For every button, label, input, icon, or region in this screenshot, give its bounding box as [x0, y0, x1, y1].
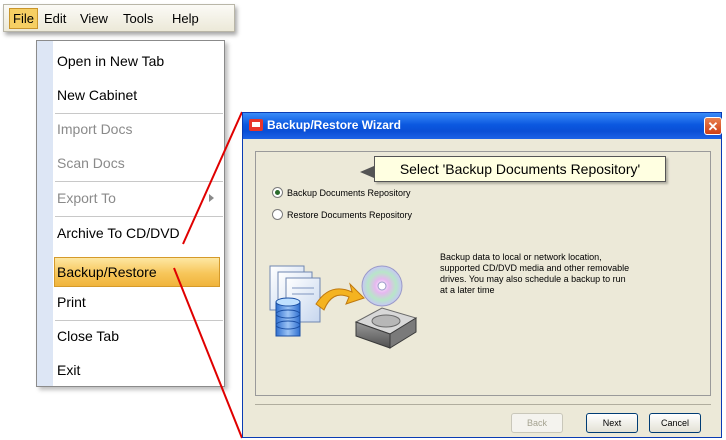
next-button[interactable]: Next	[586, 413, 638, 433]
menu-separator	[55, 216, 223, 217]
menu-item-backup-restore[interactable]: Backup/Restore	[57, 262, 157, 282]
menu-item-archive-to-cd-dvd[interactable]: Archive To CD/DVD	[57, 223, 180, 243]
menu-separator	[55, 113, 223, 114]
radio-backup[interactable]	[272, 187, 283, 199]
menu-separator	[55, 320, 223, 321]
close-icon[interactable]: ✕	[704, 117, 722, 135]
app-icon	[249, 119, 263, 131]
menu-item-exit[interactable]: Exit	[57, 360, 80, 380]
button-separator	[255, 404, 711, 405]
menu-item-new-cabinet[interactable]: New Cabinet	[57, 85, 137, 105]
radio-backup-row[interactable]: Backup Documents Repository	[272, 186, 411, 200]
submenu-arrow-icon	[209, 194, 214, 202]
radio-restore-label: Restore Documents Repository	[287, 210, 413, 220]
menu-edit[interactable]: Edit	[41, 9, 69, 28]
wizard-titlebar[interactable]: Backup/Restore Wizard ✕	[243, 113, 722, 139]
menu-item-open-in-new-tab[interactable]: Open in New Tab	[57, 51, 164, 71]
menu-item-export-to: Export To	[57, 190, 116, 206]
cancel-button[interactable]: Cancel	[649, 413, 701, 433]
backup-illustration-icon	[269, 265, 418, 349]
menu-separator	[55, 181, 223, 182]
wizard-title: Backup/Restore Wizard	[267, 118, 401, 132]
menu-file[interactable]: File	[9, 8, 38, 29]
menu-bar: File Edit View Tools Help	[3, 4, 235, 32]
menu-help[interactable]: Help	[169, 9, 202, 28]
menu-tools[interactable]: Tools	[120, 9, 156, 28]
radio-restore[interactable]	[272, 209, 283, 221]
menu-item-print[interactable]: Print	[57, 292, 86, 312]
menu-view[interactable]: View	[77, 9, 111, 28]
menu-item-import-docs: Import Docs	[57, 121, 133, 137]
callout-pointer	[360, 166, 374, 178]
back-button[interactable]: Back	[511, 413, 563, 433]
menu-item-close-tab[interactable]: Close Tab	[57, 326, 119, 346]
menu-gutter	[37, 41, 53, 386]
menu-item-scan-docs: Scan Docs	[57, 155, 125, 171]
wizard-content-panel: Select 'Backup Documents Repository' Bac…	[255, 151, 711, 396]
file-menu-dropdown: Open in New Tab New Cabinet Import Docs …	[36, 40, 225, 387]
radio-restore-row[interactable]: Restore Documents Repository	[272, 208, 412, 222]
radio-backup-label: Backup Documents Repository	[287, 188, 411, 198]
backup-restore-wizard-window: Backup/Restore Wizard ✕ Select 'Backup D…	[242, 112, 722, 438]
wizard-description: Backup data to local or network location…	[440, 252, 630, 295]
instruction-callout: Select 'Backup Documents Repository'	[374, 156, 666, 182]
